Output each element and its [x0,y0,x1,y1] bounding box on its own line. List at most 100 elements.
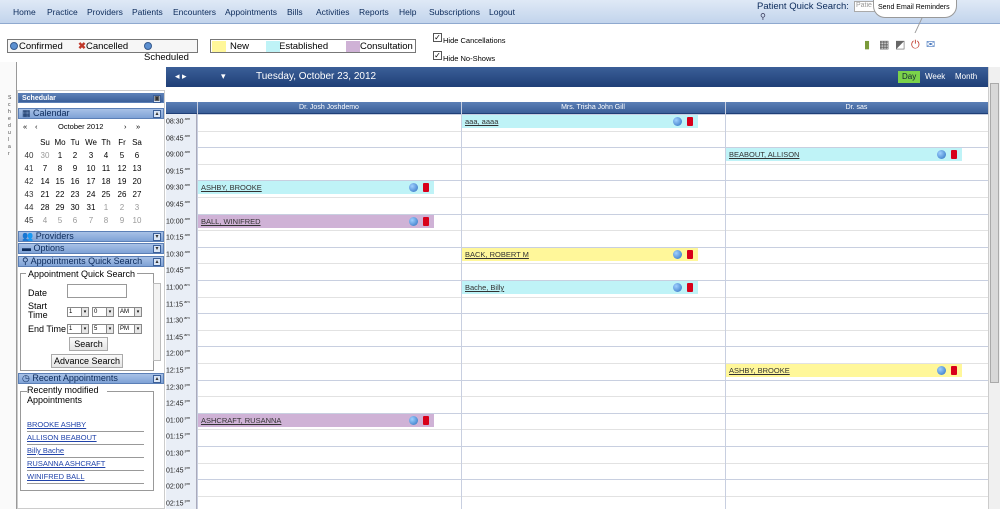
calendar-day[interactable]: 29 [52,203,68,212]
quick-search-scrollbar[interactable] [153,283,161,361]
calendar-day[interactable]: 6 [129,151,145,160]
expand-icon[interactable]: ▾ [153,245,161,253]
collapse-icon[interactable]: ▴ [153,258,161,266]
delete-icon[interactable] [687,283,693,292]
status-icon[interactable] [673,249,682,259]
calendar-day[interactable]: 23 [67,190,83,199]
nav-item-providers[interactable]: Providers [87,7,123,17]
nav-item-encounters[interactable]: Encounters [173,7,216,17]
calendar-day[interactable]: 9 [67,164,83,173]
calendar-day[interactable]: 9 [114,216,130,225]
calendar-nav-icon[interactable]: » [136,122,140,131]
calendar-day[interactable]: 18 [98,177,114,186]
schedule-scrollbar[interactable] [988,67,1000,509]
appointments-quick-search-header[interactable]: ⚲ Appointments Quick Search ▴ [18,256,164,267]
battery-icon[interactable]: ▮ [864,39,870,52]
calendar-day[interactable]: 31 [83,203,99,212]
calendar-day[interactable]: 8 [98,216,114,225]
nav-item-help[interactable]: Help [399,7,416,17]
view-week-button[interactable]: Week [921,71,949,83]
nav-item-logout[interactable]: Logout [489,7,515,17]
calendar-day[interactable]: 30 [37,151,53,160]
calendar-day[interactable]: 6 [67,216,83,225]
calendar-day[interactable]: 11 [98,164,114,173]
appointment-block[interactable]: ASHBY, BROOKE [726,364,962,377]
collapse-icon[interactable]: ▴ [153,375,161,383]
date-input[interactable] [67,284,127,298]
power-icon[interactable]: ⏻ [911,39,920,52]
appointment-block[interactable]: BALL, WINIFRED [198,214,434,228]
calendar-day[interactable]: 28 [37,203,53,212]
calendar-day[interactable]: 22 [52,190,68,199]
delete-icon[interactable] [423,216,429,226]
calendar-day[interactable]: 17 [83,177,99,186]
calendar-day[interactable]: 5 [114,151,130,160]
calendar-header[interactable]: ▦ Calendar ▴ [18,108,164,119]
nav-item-patients[interactable]: Patients [132,7,163,17]
end-hour-select[interactable]: 1 ▾ [67,324,89,334]
legend-confirmed[interactable]: Confirmed [10,41,63,52]
status-icon[interactable] [673,283,682,292]
recent-appointment-link[interactable]: WINIFRED BALL [27,472,85,481]
calendar-day[interactable]: 27 [129,190,145,199]
calendar-nav-icon[interactable]: « [23,122,27,131]
calendar-day[interactable]: 16 [67,177,83,186]
expand-icon[interactable]: ▾ [153,233,161,241]
options-header[interactable]: ▬ Options ▾ [18,243,164,254]
start-minute-select[interactable]: 0 ▾ [92,307,114,317]
end-minute-select[interactable]: 5 ▾ [92,324,114,334]
calendar-day[interactable]: 10 [129,216,145,225]
nav-item-bills[interactable]: Bills [287,7,303,17]
delete-icon[interactable] [951,150,957,160]
hide-cancellations-checkbox[interactable]: ✓ [433,33,442,42]
calendar-day[interactable]: 19 [114,177,130,186]
appointment-block[interactable]: ASHCRAFT, RUSANNA [198,413,434,427]
calendar-day[interactable]: 24 [83,190,99,199]
start-ampm-select[interactable]: AM ▾ [118,307,142,317]
pin-icon[interactable]: ▣ [153,95,161,103]
appointment-block[interactable]: aaa, aaaa [462,115,698,128]
send-email-reminders-icon[interactable]: ✉ [926,39,935,52]
calendar-nav-icon[interactable]: › [124,122,127,131]
prev-next-icon[interactable]: ◂ ▸ [175,71,187,82]
search-icon[interactable]: ⚲ [760,12,766,21]
scheduler-header[interactable]: Schedular ▣ [18,93,164,103]
status-icon[interactable] [673,117,682,126]
calendar-day[interactable]: 5 [52,216,68,225]
appointment-block[interactable]: ASHBY, BROOKE [198,181,434,195]
delete-icon[interactable] [423,183,429,193]
providers-header[interactable]: 👥 Providers ▾ [18,231,164,242]
end-ampm-select[interactable]: PM ▾ [118,324,142,334]
calendar-day[interactable]: 7 [37,164,53,173]
nav-item-subscriptions[interactable]: Subscriptions [429,7,480,17]
legend-scheduled[interactable]: Scheduled [144,41,197,63]
start-hour-select[interactable]: 1 ▾ [67,307,89,317]
scrollbar-thumb[interactable] [990,83,999,383]
view-month-button[interactable]: Month [951,71,981,83]
print-icon[interactable]: ▦ [879,39,889,52]
tools-icon[interactable]: ◩ [895,39,905,52]
appointment-block[interactable]: Bache, Billy [462,281,698,294]
calendar-day[interactable]: 15 [52,177,68,186]
calendar-day[interactable]: 14 [37,177,53,186]
calendar-day[interactable]: 2 [67,151,83,160]
nav-item-activities[interactable]: Activities [316,7,350,17]
calendar-day[interactable]: 30 [67,203,83,212]
recent-appointments-header[interactable]: ◷ Recent Appointments ▴ [18,373,164,384]
status-icon[interactable] [409,415,418,425]
status-icon[interactable] [937,150,946,160]
chevron-down-icon[interactable]: ▾ [221,71,226,82]
recent-appointment-link[interactable]: BROOKE ASHBY [27,420,86,429]
calendar-day[interactable]: 3 [129,203,145,212]
delete-icon[interactable] [687,249,693,259]
collapse-icon[interactable]: ▴ [153,110,161,118]
recent-appointment-link[interactable]: RUSANNA ASHCRAFT [27,459,105,468]
advance-search-button[interactable]: Advance Search [51,354,123,368]
appointment-block[interactable]: BACK, ROBERT M [462,247,698,261]
nav-item-home[interactable]: Home [13,7,36,17]
calendar-day[interactable]: 1 [52,151,68,160]
nav-item-appointments[interactable]: Appointments [225,7,277,17]
recent-appointment-link[interactable]: Billy Bache [27,446,64,455]
calendar-day[interactable]: 12 [114,164,130,173]
calendar-day[interactable]: 13 [129,164,145,173]
